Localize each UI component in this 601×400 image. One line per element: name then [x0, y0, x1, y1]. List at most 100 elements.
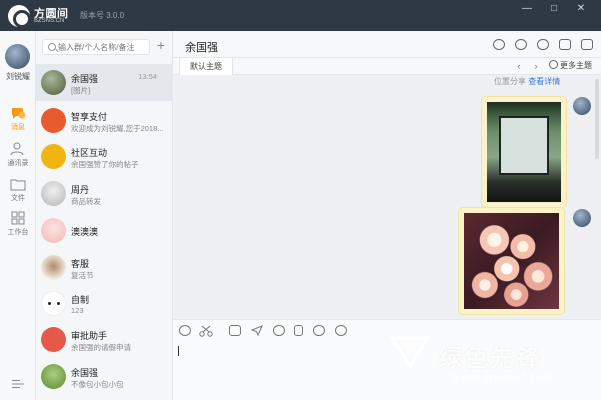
app-logo [8, 5, 31, 28]
conversation-item[interactable]: 客服 复活节 [36, 249, 173, 286]
chat-title: 余国强 [185, 42, 218, 54]
tab-default-topic[interactable]: 默认主题 [179, 58, 233, 75]
conversation-item[interactable]: 余国强 [图片] 13:54 [36, 64, 173, 101]
screenshot-image [487, 102, 561, 202]
group-chat-icon[interactable] [537, 39, 549, 50]
paper-plane-glyph [250, 325, 263, 337]
conversation-name: 周丹 [71, 185, 90, 195]
conversation-preview: 商品转发 [71, 197, 101, 206]
conversation-item[interactable]: 周丹 商品转发 [36, 175, 173, 212]
version-label: 版本号 3.0.0 [80, 11, 125, 20]
search-input[interactable] [58, 41, 148, 53]
refresh-icon[interactable] [493, 39, 505, 50]
conversation-avatar [41, 181, 66, 206]
image-message[interactable] [458, 207, 565, 315]
scissors-icon[interactable] [199, 325, 213, 337]
rail-item-files[interactable]: 文件 [0, 177, 36, 203]
chat-header: 余国强 [173, 31, 601, 58]
conversation-list: + 余国强 [图片] 13:54 智享支付 欢迎成为刘锐耀,您于2018... … [36, 31, 173, 400]
send-icon[interactable] [250, 325, 263, 337]
conversation-item[interactable]: 智享支付 欢迎成为刘锐耀,您于2018... [36, 102, 173, 139]
menu-icon[interactable] [11, 379, 25, 389]
apps-icon [11, 211, 25, 225]
comment-icon[interactable] [515, 39, 527, 50]
close-button[interactable]: ✕ [572, 2, 590, 16]
conversation-item[interactable]: 澳澳澳 [36, 212, 173, 249]
conversation-avatar [41, 108, 66, 133]
conversation-name: 自制 [71, 295, 90, 305]
input-area[interactable] [173, 319, 601, 400]
chevron-right-icon[interactable]: › [530, 60, 542, 72]
scissors-glyph [199, 325, 213, 337]
conversation-name: 客服 [71, 259, 90, 269]
add-button[interactable]: + [154, 38, 168, 52]
text-cursor [178, 346, 179, 356]
folder-icon [10, 179, 26, 191]
rail-label: 消息 [11, 124, 25, 131]
chevron-left-icon[interactable]: ‹ [513, 60, 525, 72]
conversation-avatar [41, 144, 66, 169]
conversation-name: 社区互动 [71, 148, 108, 158]
settings-icon [549, 60, 558, 69]
conversation-preview: [图片] [71, 86, 91, 95]
conversation-item[interactable]: 社区互动 余国强赞了你的帖子 [36, 138, 173, 175]
clock-icon[interactable] [335, 325, 347, 336]
comment-icon[interactable] [313, 325, 325, 336]
conversation-preview: 不像包小包小包 [71, 380, 124, 389]
rail-item-messages[interactable]: 消息 [0, 106, 36, 132]
chat-scrollbar[interactable] [595, 79, 599, 159]
search-box[interactable] [42, 39, 150, 55]
phone-icon[interactable] [273, 325, 285, 336]
image-message[interactable] [481, 96, 567, 208]
folder-icon[interactable] [581, 39, 593, 50]
conversation-avatar [41, 291, 66, 316]
view-details-link[interactable]: 查看详情 [528, 77, 560, 86]
conversation-avatar [41, 218, 66, 243]
search-icon [48, 43, 56, 51]
conversation-name: 智享支付 [71, 112, 108, 122]
conversation-item[interactable]: 自制 123 [36, 285, 173, 322]
flower-image [464, 213, 559, 309]
conversation-preview: 欢迎成为刘锐耀,您于2018... [71, 124, 164, 133]
more-topics-label: 更多主题 [560, 61, 592, 70]
user-avatar[interactable] [5, 44, 30, 69]
folder-icon[interactable] [229, 325, 241, 336]
conversation-preview: 复活节 [71, 271, 94, 280]
conversation-preview: 余国强的请假申请 [71, 343, 131, 352]
rail-label: 通讯录 [7, 160, 29, 167]
rail-item-contacts[interactable]: 通讯录 [0, 142, 36, 168]
contacts-icon [10, 142, 24, 156]
conversation-name: 审批助手 [71, 331, 108, 341]
message-area: 位置分享 查看详情 [173, 75, 595, 319]
brand-subtitle: BZSNS.CN [34, 18, 65, 24]
conversation-name: 余国强 [71, 74, 99, 84]
topic-tabs: 默认主题 ‹ › 更多主题 [173, 58, 601, 75]
chat-panel: 余国强 默认主题 ‹ › 更多主题 位置分享 查看详情 [173, 31, 601, 400]
location-share-message: 位置分享 查看详情 [494, 76, 560, 87]
conversation-item[interactable]: 审批助手 余国强的请假申请 [36, 321, 173, 358]
conversation-name: 余国强 [71, 368, 99, 378]
conversation-avatar [41, 70, 66, 95]
conversation-item[interactable]: 余国强 不像包小包小包 [36, 358, 173, 395]
conversation-avatar [41, 255, 66, 280]
mobile-icon[interactable] [294, 325, 303, 336]
more-topics-button[interactable]: 更多主题 [549, 60, 592, 71]
rail-label: 工作台 [7, 229, 29, 236]
conversation-name: 澳澳澳 [71, 227, 99, 237]
minimize-button[interactable]: — [518, 2, 536, 16]
maximize-button[interactable]: □ [545, 2, 563, 16]
conversation-avatar [41, 327, 66, 352]
conversation-preview: 123 [71, 306, 84, 315]
rail-item-workbench[interactable]: 工作台 [0, 211, 36, 237]
user-name: 刘锐耀 [6, 72, 30, 81]
title-bar: 方圆间 BZSNS.CN 版本号 3.0.0 — □ ✕ [0, 0, 601, 31]
rail-label: 文件 [11, 195, 25, 202]
emoji-icon[interactable] [179, 325, 191, 336]
sender-avatar[interactable] [573, 97, 591, 115]
chat-icon [11, 108, 26, 119]
left-rail: 刘锐耀 消息 通讯录 文件 工作台 [0, 31, 36, 400]
conversation-time: 13:54 [138, 72, 157, 81]
window-icon[interactable] [559, 39, 571, 50]
conversation-avatar [41, 364, 66, 389]
sender-avatar[interactable] [573, 209, 591, 227]
